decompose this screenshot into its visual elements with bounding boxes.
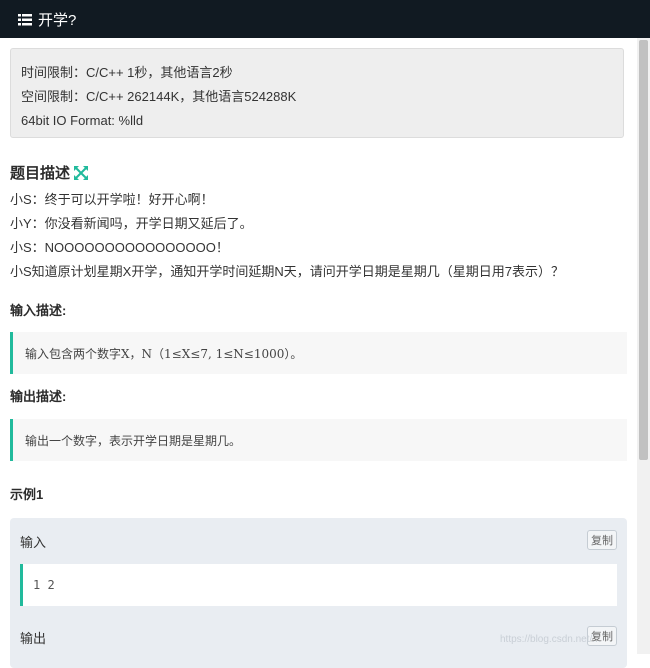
example-output-label: 输出 <box>20 631 47 646</box>
output-description: 输出一个数字，表示开学日期是星期几。 <box>10 419 627 461</box>
space-limit: 空间限制：C/C++ 262144K，其他语言524288K <box>21 89 297 104</box>
example-heading: 示例1 <box>10 487 44 502</box>
input-heading: 输入描述: <box>10 303 67 318</box>
scrollbar[interactable] <box>637 38 650 654</box>
description-line: 小S：终于可以开学啦！好开心啊！ <box>10 192 214 207</box>
list-icon <box>18 13 32 26</box>
description-line: 小S：NOOOOOOOOOOOOOOOO！ <box>10 240 229 255</box>
time-limit: 时间限制：C/C++ 1秒，其他语言2秒 <box>21 65 233 80</box>
io-format: 64bit IO Format: %lld <box>21 113 144 128</box>
top-bar: 开学? <box>0 0 650 38</box>
example-input-code: 1 2 <box>20 564 617 606</box>
limits-box: 时间限制：C/C++ 1秒，其他语言2秒 空间限制：C/C++ 262144K，… <box>10 48 624 138</box>
description-line: 小Y：你没看新闻吗，开学日期又延后了。 <box>10 216 253 231</box>
page-title: 开学? <box>38 11 77 29</box>
watermark: https://blog.csdn.net/... <box>500 634 601 645</box>
copy-input-button[interactable]: 复制 <box>587 530 617 550</box>
example-panel: 输入 复制 1 2 输出 复制 <box>10 518 627 668</box>
problem-content: 时间限制：C/C++ 1秒，其他语言2秒 空间限制：C/C++ 262144K，… <box>0 38 637 668</box>
input-description: 输入包含两个数字X，N（1≤X≤7, 1≤N≤1000）。 <box>10 332 627 374</box>
description-heading: 题目描述 <box>10 162 89 183</box>
expand-icon[interactable] <box>74 165 89 180</box>
example-input-label: 输入 <box>20 535 47 550</box>
description-body: 小S：终于可以开学啦！好开心啊！ 小Y：你没看新闻吗，开学日期又延后了。 小S：… <box>10 188 630 284</box>
description-title: 题目描述 <box>10 165 71 182</box>
description-line: 小S知道原计划星期X开学，通知开学时间延期N天，请问开学日期是星期几（星期日用7… <box>10 264 564 279</box>
output-heading: 输出描述: <box>10 389 67 404</box>
scrollbar-thumb[interactable] <box>639 40 648 460</box>
